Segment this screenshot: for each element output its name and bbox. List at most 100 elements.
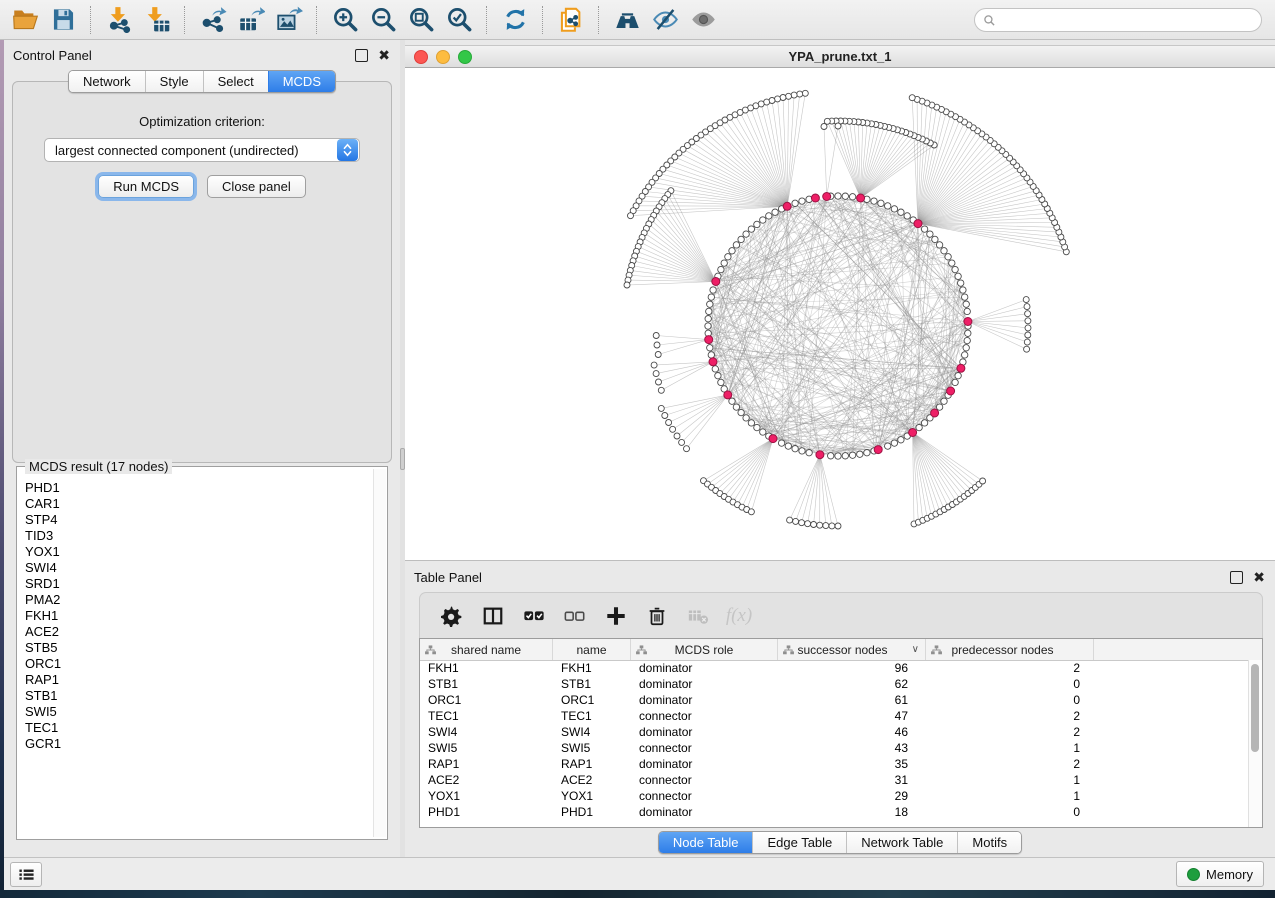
column-header-MCDS-role[interactable]: MCDS role — [631, 639, 778, 660]
criterion-dropdown[interactable]: largest connected component (undirected) — [44, 138, 360, 162]
tree-icon — [783, 644, 794, 658]
table-tab-edge-table[interactable]: Edge Table — [752, 832, 846, 853]
mcds-result-item[interactable]: ACE2 — [25, 624, 373, 640]
network-graph[interactable] — [405, 68, 1275, 560]
mcds-result-item[interactable]: SWI5 — [25, 704, 373, 720]
close-table-panel-icon[interactable]: ✖ — [1253, 572, 1265, 583]
zoom-in-icon[interactable] — [326, 3, 364, 37]
mcds-result-item[interactable]: TEC1 — [25, 720, 373, 736]
table-row[interactable]: RAP1RAP1dominator352 — [420, 756, 1249, 772]
network-window-titlebar[interactable]: YPA_prune.txt_1 — [405, 45, 1275, 68]
sort-indicator-icon[interactable]: ∨ — [912, 644, 919, 655]
import-network-icon[interactable] — [100, 3, 138, 37]
mcds-result-item[interactable]: STP4 — [25, 512, 373, 528]
column-header-shared-name[interactable]: shared name — [420, 639, 553, 660]
tab-network[interactable]: Network — [69, 71, 145, 92]
zoom-fit-icon[interactable] — [402, 3, 440, 37]
table-row[interactable]: PHD1PHD1dominator180 — [420, 804, 1249, 820]
column-header-predecessor-nodes[interactable]: predecessor nodes — [926, 639, 1094, 660]
columns-icon[interactable] — [477, 599, 509, 633]
mcds-result-item[interactable]: STB1 — [25, 688, 373, 704]
mcds-result-item[interactable]: SWI4 — [25, 560, 373, 576]
table-scrollbar-thumb[interactable] — [1251, 664, 1259, 752]
criterion-selected-value: largest connected component (undirected) — [45, 143, 337, 158]
export-table-icon[interactable] — [232, 3, 270, 37]
window-close-icon[interactable] — [414, 50, 428, 64]
table-row[interactable]: YOX1YOX1connector291 — [420, 788, 1249, 804]
close-panel-icon[interactable]: ✖ — [378, 50, 390, 61]
table-panel-title: Table Panel — [414, 570, 1230, 585]
mcds-result-item[interactable]: YOX1 — [25, 544, 373, 560]
export-network-icon[interactable] — [194, 3, 232, 37]
table-tab-network-table[interactable]: Network Table — [846, 832, 957, 853]
gear-icon[interactable] — [436, 599, 468, 633]
float-panel-icon[interactable] — [355, 49, 368, 62]
tab-mcds[interactable]: MCDS — [268, 71, 335, 92]
memory-button[interactable]: Memory — [1176, 861, 1264, 887]
memory-status-icon — [1187, 868, 1200, 881]
search-input[interactable] — [1001, 10, 1261, 30]
table-cell: 35 — [778, 757, 926, 771]
mcds-result-item[interactable]: CAR1 — [25, 496, 373, 512]
mcds-list-scrollbar[interactable] — [373, 469, 386, 837]
table-row[interactable]: TEC1TEC1connector472 — [420, 708, 1249, 724]
close-panel-button[interactable]: Close panel — [207, 175, 306, 198]
export-image-icon[interactable] — [270, 3, 308, 37]
network-view-canvas[interactable] — [405, 68, 1275, 560]
task-history-button[interactable] — [10, 862, 42, 887]
run-mcds-button[interactable]: Run MCDS — [98, 175, 194, 198]
table-row[interactable]: FKH1FKH1dominator962 — [420, 660, 1249, 676]
node-table-body: FKH1FKH1dominator962STB1STB1dominator620… — [420, 660, 1249, 827]
table-row[interactable]: SWI4SWI4dominator462 — [420, 724, 1249, 740]
mcds-result-item[interactable]: RAP1 — [25, 672, 373, 688]
clone-network-icon[interactable] — [552, 3, 590, 37]
open-folder-icon[interactable] — [6, 3, 44, 37]
mcds-result-item[interactable]: TID3 — [25, 528, 373, 544]
table-panel: Table Panel ✖ f(x) shared namenameMCDS r… — [405, 560, 1275, 858]
dropdown-stepper-icon — [337, 139, 358, 161]
table-scrollbar[interactable] — [1248, 660, 1262, 827]
zoom-out-icon[interactable] — [364, 3, 402, 37]
float-table-panel-icon[interactable] — [1230, 571, 1243, 584]
column-header-name[interactable]: name — [553, 639, 631, 660]
desktop-wallpaper-left — [0, 40, 4, 890]
mcds-result-item[interactable]: GCR1 — [25, 736, 373, 752]
window-zoom-icon[interactable] — [458, 50, 472, 64]
save-icon[interactable] — [44, 3, 82, 37]
eye-slash-icon[interactable] — [646, 3, 684, 37]
table-cell: dominator — [631, 805, 778, 819]
tab-style[interactable]: Style — [145, 71, 203, 92]
eye-icon[interactable] — [684, 3, 722, 37]
mcds-result-item[interactable]: ORC1 — [25, 656, 373, 672]
splitter-handle[interactable] — [400, 448, 405, 470]
panel-splitter[interactable] — [400, 40, 405, 858]
table-tab-node-table[interactable]: Node Table — [659, 832, 753, 853]
mcds-result-item[interactable]: PHD1 — [25, 480, 373, 496]
deselect-all-icon[interactable] — [559, 599, 591, 633]
control-panel: Control Panel ✖ NetworkStyleSelectMCDS O… — [4, 40, 400, 858]
refresh-icon[interactable] — [496, 3, 534, 37]
table-cell: 0 — [926, 677, 1094, 691]
table-row[interactable]: ORC1ORC1dominator610 — [420, 692, 1249, 708]
mcds-result-item[interactable]: PMA2 — [25, 592, 373, 608]
mcds-result-item[interactable]: FKH1 — [25, 608, 373, 624]
zoom-selected-icon[interactable] — [440, 3, 478, 37]
mcds-result-item[interactable]: SRD1 — [25, 576, 373, 592]
table-row[interactable]: ACE2ACE2connector311 — [420, 772, 1249, 788]
table-cell: 2 — [926, 661, 1094, 675]
table-cell: 46 — [778, 725, 926, 739]
select-all-icon[interactable] — [518, 599, 550, 633]
table-tab-motifs[interactable]: Motifs — [957, 832, 1021, 853]
table-row[interactable]: STB1STB1dominator620 — [420, 676, 1249, 692]
window-minimize-icon[interactable] — [436, 50, 450, 64]
add-row-icon[interactable] — [600, 599, 632, 633]
mcds-result-list[interactable]: PHD1CAR1STP4TID3YOX1SWI4SRD1PMA2FKH1ACE2… — [19, 471, 373, 837]
tab-select[interactable]: Select — [203, 71, 268, 92]
mcds-result-item[interactable]: STB5 — [25, 640, 373, 656]
import-table-icon[interactable] — [138, 3, 176, 37]
delete-row-icon[interactable] — [641, 599, 673, 633]
search-field[interactable] — [974, 8, 1262, 32]
column-header-successor-nodes[interactable]: successor nodes∨ — [778, 639, 926, 660]
table-row[interactable]: SWI5SWI5connector431 — [420, 740, 1249, 756]
find-icon[interactable] — [608, 3, 646, 37]
